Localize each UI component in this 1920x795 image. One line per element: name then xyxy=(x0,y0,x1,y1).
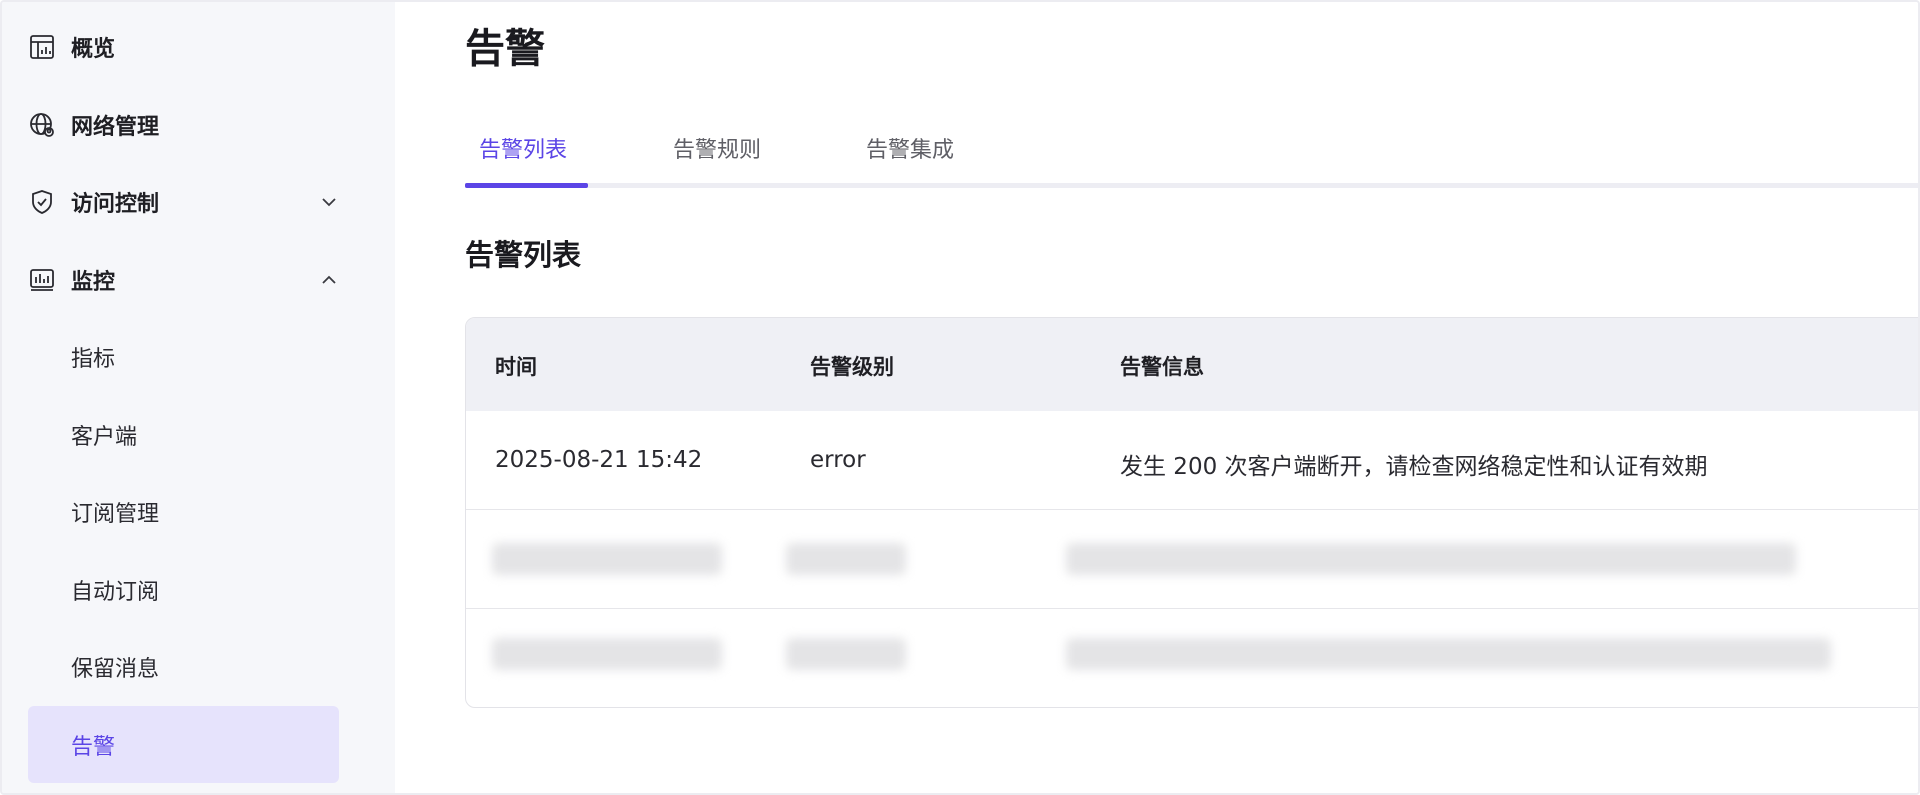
sidebar-item-auto-subscribe[interactable]: 自动订阅 xyxy=(28,551,339,628)
chevron-down-icon[interactable] xyxy=(319,192,339,212)
sidebar-item-label: 概览 xyxy=(71,36,116,62)
sidebar-item-access-control[interactable]: 访问控制 xyxy=(28,163,339,240)
loading-skeleton xyxy=(1066,543,1796,575)
dashboard-icon xyxy=(28,33,56,61)
loading-skeleton xyxy=(1066,638,1831,670)
table-header: 时间 告警级别 告警信息 xyxy=(466,318,1918,411)
sidebar-item-subscriptions[interactable]: 订阅管理 xyxy=(28,473,339,550)
sidebar-item-alarms[interactable]: 告警 xyxy=(28,706,339,783)
sidebar: 概览 网络管理 访问控制 监控 指标 客户端 订阅管理 自动订阅 保留消息 告警 xyxy=(2,2,395,793)
tab-label: 告警集成 xyxy=(866,138,955,163)
app-window: 概览 网络管理 访问控制 监控 指标 客户端 订阅管理 自动订阅 保留消息 告警… xyxy=(0,0,1920,795)
chevron-up-icon[interactable] xyxy=(319,270,339,290)
table-row[interactable]: 2025-08-21 15:42 error 发生 200 次客户端断开，请检查… xyxy=(466,411,1918,510)
tab-label: 告警规则 xyxy=(673,138,762,163)
sidebar-item-label: 监控 xyxy=(71,269,116,295)
sidebar-item-label: 指标 xyxy=(71,346,116,372)
sidebar-item-label: 订阅管理 xyxy=(71,501,160,527)
loading-skeleton xyxy=(786,638,906,670)
shield-check-icon xyxy=(28,188,56,216)
sidebar-item-label: 告警 xyxy=(71,734,116,760)
sidebar-item-label: 访问控制 xyxy=(71,191,160,217)
sidebar-item-network[interactable]: 网络管理 xyxy=(28,86,339,163)
sidebar-item-monitoring[interactable]: 监控 xyxy=(28,241,339,318)
tab-label: 告警列表 xyxy=(479,138,568,163)
sidebar-item-retained-messages[interactable]: 保留消息 xyxy=(28,628,339,705)
column-header-level: 告警级别 xyxy=(810,355,894,379)
table-row-placeholder xyxy=(466,609,1918,707)
tab-alarm-list[interactable]: 告警列表 xyxy=(479,132,567,164)
table-row-placeholder xyxy=(466,510,1918,609)
cell-time: 2025-08-21 15:42 xyxy=(495,447,703,473)
section-title: 告警列表 xyxy=(465,238,582,272)
network-globe-icon xyxy=(28,111,56,139)
cell-message: 发生 200 次客户端断开，请检查网络稳定性和认证有效期 xyxy=(1120,454,1708,480)
tab-bar: 告警列表 告警规则 告警集成 xyxy=(465,114,1918,188)
sidebar-item-label: 保留消息 xyxy=(71,656,160,682)
sidebar-item-label: 客户端 xyxy=(71,424,138,450)
loading-skeleton xyxy=(492,543,722,575)
page-title: 告警 xyxy=(465,26,545,72)
alarm-table: 时间 告警级别 告警信息 2025-08-21 15:42 error 发生 2… xyxy=(465,317,1918,708)
tab-alarm-integrations[interactable]: 告警集成 xyxy=(866,132,954,164)
loading-skeleton xyxy=(786,543,906,575)
cell-level: error xyxy=(810,447,866,473)
sidebar-item-label: 自动订阅 xyxy=(71,579,160,605)
active-tab-indicator xyxy=(465,183,588,188)
monitor-chart-icon xyxy=(28,266,56,294)
loading-skeleton xyxy=(492,638,722,670)
tab-alarm-rules[interactable]: 告警规则 xyxy=(673,132,761,164)
sidebar-item-clients[interactable]: 客户端 xyxy=(28,396,339,473)
column-header-time: 时间 xyxy=(495,355,537,379)
column-header-message: 告警信息 xyxy=(1120,355,1204,379)
sidebar-item-metrics[interactable]: 指标 xyxy=(28,318,339,395)
main-content: 告警 告警列表 告警规则 告警集成 告警列表 时间 告警级别 告警信息 2025… xyxy=(395,2,1918,793)
sidebar-item-overview[interactable]: 概览 xyxy=(28,8,339,85)
sidebar-item-label: 网络管理 xyxy=(71,114,160,140)
